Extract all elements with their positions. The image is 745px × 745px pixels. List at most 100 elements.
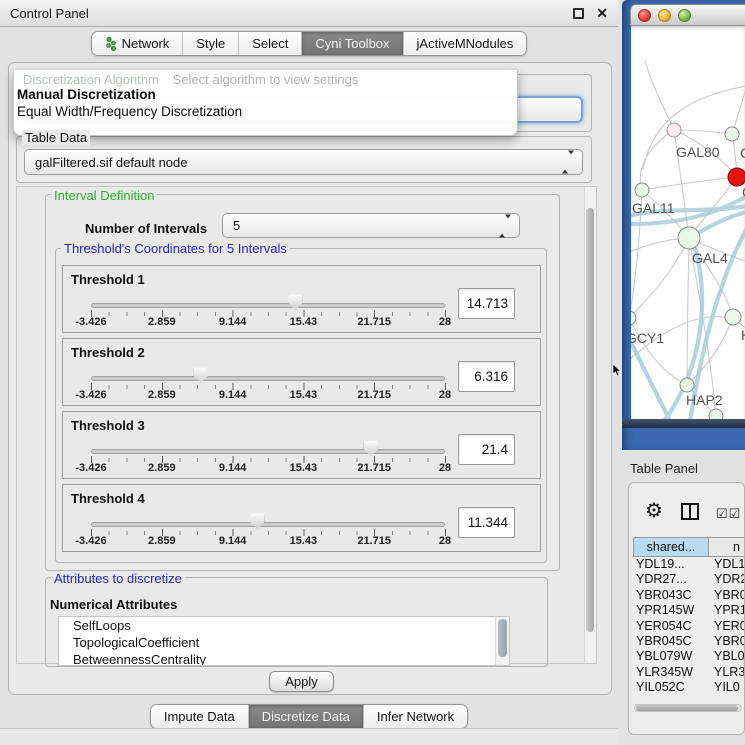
- cell-shared-name[interactable]: YIL052C: [633, 680, 711, 695]
- bottom-tab-bar: Impute Data Discretize Data Infer Networ…: [0, 704, 618, 729]
- network-window-titlebar[interactable]: [630, 4, 745, 26]
- status-strip: [0, 728, 618, 745]
- table-data-combobox[interactable]: galFiltered.sif default node: [24, 149, 583, 175]
- table-row[interactable]: YBR045CYBR0: [633, 634, 745, 649]
- cell-name[interactable]: YPR1: [711, 603, 745, 618]
- threshold-value-field[interactable]: 6.316: [458, 361, 515, 392]
- table-row[interactable]: YBL079WYBL0: [633, 649, 745, 664]
- cell-name[interactable]: YBR0: [711, 634, 745, 649]
- slider-tick-label: 9.144: [219, 535, 247, 547]
- tab-jactivemnodules[interactable]: jActiveMNodules: [403, 32, 527, 55]
- float-window-icon[interactable]: [573, 8, 584, 19]
- table-horizontal-scrollbar[interactable]: [634, 704, 742, 712]
- number-of-intervals-combobox[interactable]: 5: [222, 213, 520, 238]
- table-row[interactable]: YPR145WYPR1: [633, 603, 745, 618]
- number-of-intervals-value: 5: [233, 218, 240, 233]
- slider-tick-label: 21.715: [357, 316, 391, 328]
- threshold-panel: Threshold 2 -3.4262.8599.14415.4321.7152…: [62, 338, 541, 406]
- tab-network[interactable]: Network: [92, 32, 183, 55]
- cell-name[interactable]: YDL1: [711, 557, 745, 572]
- column-header-name[interactable]: n: [709, 538, 745, 556]
- apply-button[interactable]: Apply: [269, 671, 334, 692]
- attribute-list-item[interactable]: TopologicalCoefficient: [59, 634, 509, 651]
- tab-impute-data[interactable]: Impute Data: [151, 705, 248, 728]
- cell-name[interactable]: YDR2: [711, 572, 745, 587]
- cell-name[interactable]: YIL0: [711, 680, 745, 695]
- cell-shared-name[interactable]: YDR27...: [633, 572, 711, 587]
- network-node[interactable]: [725, 127, 739, 141]
- network-node[interactable]: [631, 311, 636, 325]
- cell-name[interactable]: YLR3: [711, 665, 745, 680]
- table-row[interactable]: YLR345WYLR3: [633, 665, 745, 680]
- threshold-label: Threshold 2: [71, 345, 145, 360]
- table-row[interactable]: YER054CYER0: [633, 619, 745, 634]
- slider-tick-label: 9.144: [219, 462, 247, 474]
- tab-cyni-toolbox[interactable]: Cyni Toolbox: [301, 32, 402, 55]
- table-hscrollbar-thumb[interactable]: [636, 705, 738, 711]
- gear-icon[interactable]: ⚙: [645, 501, 663, 521]
- mac-close-icon[interactable]: [638, 9, 651, 22]
- tab-select-label: Select: [252, 36, 288, 51]
- cell-shared-name[interactable]: YER054C: [633, 619, 711, 634]
- threshold-value-field[interactable]: 21.4: [458, 434, 515, 465]
- tab-impute-data-label: Impute Data: [164, 709, 235, 724]
- cell-shared-name[interactable]: YPR145W: [633, 603, 711, 618]
- cell-shared-name[interactable]: YLR345W: [633, 665, 711, 680]
- column-header-shared-name[interactable]: shared...: [634, 538, 709, 556]
- network-node[interactable]: [709, 409, 723, 419]
- cell-shared-name[interactable]: YBR043C: [633, 588, 711, 603]
- column-split-icon[interactable]: [681, 503, 699, 520]
- network-view[interactable]: GAL80GCGAL11GAL4GCY1HHAP2: [631, 26, 745, 419]
- tab-jactivemnodules-label: jActiveMNodules: [417, 36, 514, 51]
- table-row[interactable]: YIL052CYIL0: [633, 680, 745, 695]
- attributes-scrollbar-thumb[interactable]: [498, 619, 507, 657]
- table-row[interactable]: YDR27...YDR2: [633, 572, 745, 587]
- mac-minimize-icon[interactable]: [658, 9, 671, 22]
- threshold-slider-track[interactable]: [91, 449, 445, 454]
- threshold-slider-track[interactable]: [91, 303, 445, 308]
- attribute-list-item[interactable]: BetweennessCentrality: [59, 651, 509, 666]
- tab-select[interactable]: Select: [238, 32, 301, 55]
- tab-style[interactable]: Style: [182, 32, 238, 55]
- slider-tick-label: 15.43: [290, 535, 318, 547]
- network-node-label: GCY1: [631, 330, 664, 346]
- attributes-list-scrollbar[interactable]: [495, 617, 509, 665]
- close-icon[interactable]: ✕: [596, 8, 608, 19]
- network-node[interactable]: [680, 378, 694, 392]
- threshold-slider-track[interactable]: [91, 376, 445, 381]
- tab-discretize-data[interactable]: Discretize Data: [248, 705, 363, 728]
- slider-tick-label: -3.426: [75, 316, 106, 328]
- node-table[interactable]: shared... n YDL19...YDL1YDR27...YDR2YBR0…: [633, 537, 745, 702]
- network-node[interactable]: [725, 309, 741, 325]
- attributes-group-title: Attributes to discretize: [51, 571, 185, 586]
- slider-tick-label: 2.859: [148, 389, 176, 401]
- threshold-value-field[interactable]: 11.344: [458, 507, 515, 538]
- threshold-slider-track[interactable]: [91, 522, 445, 527]
- network-node[interactable]: [667, 123, 681, 137]
- slider-tick-label: 28: [439, 389, 451, 401]
- cell-name[interactable]: YBL0: [711, 649, 745, 664]
- vertical-scrollbar-thumb[interactable]: [586, 208, 594, 632]
- mac-zoom-icon[interactable]: [678, 9, 691, 22]
- control-panel-titlebar: Control Panel ✕: [0, 0, 618, 27]
- mouse-cursor: [612, 364, 622, 377]
- cell-name[interactable]: YER0: [711, 619, 745, 634]
- threshold-value-field[interactable]: 14.713: [458, 288, 515, 319]
- attribute-list-item[interactable]: SelfLoops: [59, 617, 509, 634]
- cell-shared-name[interactable]: YDL19...: [633, 557, 711, 572]
- network-node[interactable]: [635, 183, 649, 197]
- numerical-attributes-list[interactable]: SelfLoopsTopologicalCoefficientBetweenne…: [58, 616, 510, 666]
- tab-infer-network[interactable]: Infer Network: [363, 705, 467, 728]
- algorithm-option[interactable]: Manual Discretization: [14, 87, 517, 104]
- network-node[interactable]: [678, 227, 700, 249]
- slider-tick-label: 28: [439, 316, 451, 328]
- slider-tick-label: 2.859: [148, 535, 176, 547]
- cell-name[interactable]: YBR0: [711, 588, 745, 603]
- threshold-label: Threshold 3: [71, 418, 145, 433]
- cell-shared-name[interactable]: YBR045C: [633, 634, 711, 649]
- table-row[interactable]: YBR043CYBR0: [633, 588, 745, 603]
- algorithm-option[interactable]: Equal Width/Frequency Discretization: [14, 104, 517, 121]
- checkbox-icons[interactable]: ☑☑: [716, 506, 741, 522]
- table-row[interactable]: YDL19...YDL1: [633, 557, 745, 572]
- cell-shared-name[interactable]: YBL079W: [633, 649, 711, 664]
